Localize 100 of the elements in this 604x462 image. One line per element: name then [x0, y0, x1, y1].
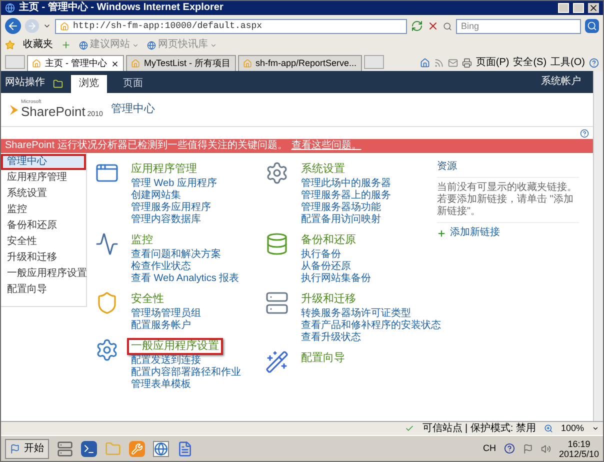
nav-item[interactable]: 安全性 [1, 234, 86, 250]
print-icon[interactable] [462, 58, 472, 68]
history-caret-icon[interactable] [43, 22, 51, 30]
section-link[interactable]: 从备份还原 [297, 261, 355, 273]
document-icon[interactable] [177, 440, 193, 456]
browser-tab[interactable]: MyTestList - 所有项目 [126, 55, 236, 71]
section-title-link[interactable]: 升级和迁移 [297, 291, 360, 308]
start-button[interactable]: 开始 [5, 438, 49, 458]
section-link[interactable]: 查看产品和修补程序的安装状态 [297, 320, 445, 332]
address-field[interactable]: http://sh-fm-app:10000/default.aspx [55, 18, 407, 34]
section-link[interactable]: 创建网站集 [127, 190, 185, 202]
section-link[interactable]: 配置发送到连接 [127, 355, 205, 367]
nav-item[interactable]: 应用程序管理 [1, 170, 86, 186]
section-link[interactable]: 查看升级状态 [297, 332, 365, 344]
powershell-icon[interactable] [81, 440, 97, 456]
refresh-button[interactable] [411, 20, 423, 32]
clock[interactable]: 16:19 2012/5/10 [558, 438, 599, 458]
caret-icon [210, 42, 217, 48]
browser-icon[interactable] [153, 440, 169, 456]
globe-icon [147, 40, 156, 50]
nav-item[interactable]: 系统设置 [1, 186, 86, 202]
ribbon-tab[interactable]: 页面 [115, 75, 151, 93]
security-zone-text: 可信站点 | 保护模式: 禁用 [422, 422, 536, 434]
logo-mark-icon [9, 104, 19, 116]
tools-icon[interactable] [129, 440, 145, 456]
caret-icon [132, 42, 139, 48]
close-icon[interactable] [111, 60, 119, 68]
pulse-chart-icon [95, 232, 119, 256]
zoom-icon [544, 424, 553, 433]
folder-icon[interactable] [53, 79, 63, 89]
close-icon[interactable] [588, 3, 599, 13]
add-link[interactable]: 添加新链接 [437, 227, 579, 239]
home-icon[interactable] [420, 58, 430, 68]
help-icon[interactable] [504, 443, 515, 454]
globe-icon [79, 40, 88, 50]
page-icon [242, 59, 252, 68]
nav-item[interactable]: 监控 [1, 202, 86, 218]
user-menu[interactable]: 系统帐户 [541, 76, 581, 88]
back-button[interactable] [5, 18, 21, 34]
section-title-link[interactable]: 备份和还原 [297, 232, 360, 249]
section-link[interactable]: 管理内容数据库 [127, 214, 205, 226]
command-menu[interactable]: 页面(P) [476, 57, 510, 69]
add-favorite-icon[interactable] [61, 40, 71, 50]
command-menu[interactable]: 工具(O) [550, 57, 585, 69]
section-title-link[interactable]: 系统设置 [297, 161, 349, 178]
search-button[interactable] [585, 19, 599, 33]
ribbon-tab[interactable]: 浏览 [71, 75, 107, 93]
favorites-label[interactable]: 收藏夹 [23, 39, 53, 51]
gear-icon [265, 161, 289, 185]
server-manager-icon[interactable] [57, 440, 73, 456]
feed-icon[interactable] [434, 58, 444, 68]
section-link[interactable]: 配置服务帐户 [127, 320, 195, 332]
mail-icon[interactable] [448, 58, 458, 68]
zoom-level[interactable]: 100% [560, 423, 584, 434]
section-link[interactable]: 执行备份 [297, 249, 345, 261]
command-menu[interactable]: 安全(S) [513, 57, 547, 69]
browser-tab[interactable]: 主页 - 管理中心 [27, 55, 124, 71]
section-title-link[interactable]: 配置向导 [297, 350, 349, 367]
section-link[interactable]: 管理 Web 应用程序 [127, 178, 221, 190]
section-link[interactable]: 配置备用访问映射 [297, 214, 385, 226]
section-link[interactable]: 查看 Web Analytics 报表 [127, 273, 244, 285]
site-actions-menu[interactable]: 网站操作 [5, 77, 45, 89]
resources-text: 当前没有可显示的收藏夹链接。若要添加新链接，请单击 "添加新链接"。 [437, 177, 579, 223]
nav-item[interactable]: 升级和迁移 [1, 250, 86, 266]
nav-item[interactable]: 一般应用程序设置 [1, 266, 86, 282]
check-icon [405, 424, 414, 433]
plus-icon [437, 228, 446, 238]
gear-icon [95, 338, 119, 362]
section-link[interactable]: 管理场管理员组 [127, 308, 205, 320]
search-field[interactable]: Bing [456, 18, 581, 34]
section-title-link[interactable]: 监控 [127, 232, 157, 249]
language-indicator[interactable]: CH [482, 443, 496, 454]
section-link[interactable]: 检查作业状态 [127, 261, 195, 273]
section-title-link[interactable]: 应用程序管理 [127, 161, 201, 178]
help-icon[interactable] [580, 128, 589, 138]
caret-icon[interactable] [592, 425, 599, 432]
speaker-icon[interactable] [540, 444, 551, 454]
stop-button[interactable] [427, 20, 439, 32]
section-link[interactable]: 管理服务应用程序 [127, 202, 215, 214]
section-link[interactable]: 管理表单模板 [127, 379, 195, 391]
help-icon[interactable] [589, 58, 599, 68]
nav-item[interactable]: 管理中心 [1, 154, 86, 170]
magic-wand-icon [265, 350, 289, 374]
section-link[interactable]: 管理服务器场功能 [297, 202, 385, 214]
nav-item[interactable]: 备份和还原 [1, 218, 86, 234]
section-link[interactable]: 查看问题和解决方案 [127, 249, 225, 261]
browser-tab[interactable]: sh-fm-app/ReportServe... [238, 55, 362, 71]
nav-item[interactable]: 配置向导 [1, 282, 86, 298]
alert-link[interactable]: 查看这些问题。 [291, 140, 362, 152]
section-link[interactable]: 执行网站集备份 [297, 273, 375, 285]
section-link[interactable]: 配置内容部署路径和作业 [127, 367, 245, 379]
section-title-link[interactable]: 安全性 [127, 291, 168, 308]
section-link[interactable]: 管理服务器上的服务 [297, 190, 395, 202]
page-icon [131, 59, 140, 68]
flag-icon[interactable] [522, 444, 533, 454]
section-link[interactable]: 转换服务器场许可证类型 [297, 308, 415, 320]
flag-icon [10, 444, 20, 454]
browser-logo-icon [5, 3, 15, 13]
section-link[interactable]: 管理此场中的服务器 [297, 178, 395, 190]
section-title-link[interactable]: 一般应用程序设置 [127, 338, 223, 355]
